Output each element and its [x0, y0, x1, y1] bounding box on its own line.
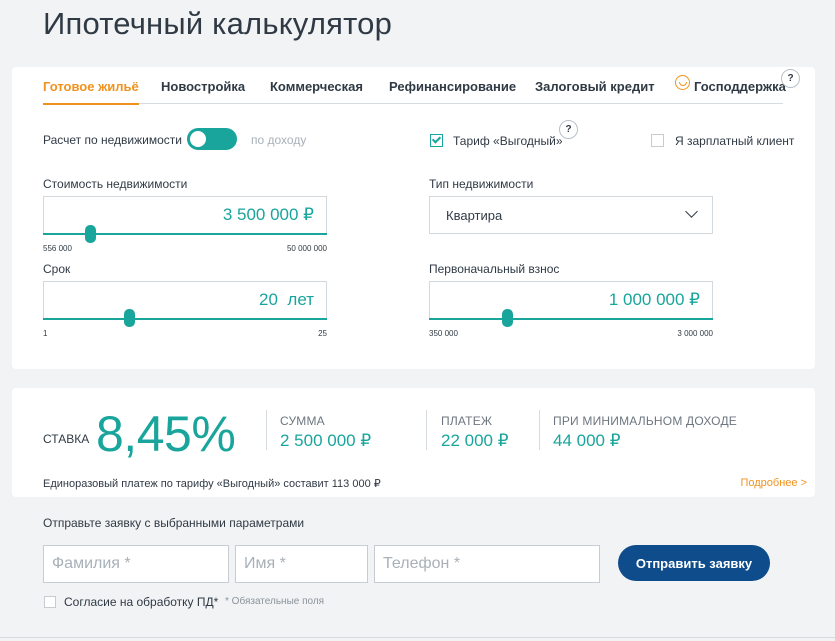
check-icon	[431, 134, 442, 144]
name-input[interactable]	[235, 545, 368, 583]
consent-label[interactable]: Согласие на обработку ПД*	[64, 595, 218, 609]
tab-secured-loan[interactable]: Залоговый кредит	[535, 79, 655, 94]
rate-value: 8,45%	[96, 406, 236, 462]
divider	[426, 410, 427, 450]
chevron-down-icon	[685, 205, 698, 218]
required-fields-note: * Обязательные поля	[225, 596, 325, 607]
term-max: 25	[318, 329, 327, 338]
divider	[539, 410, 540, 450]
tab-new-building[interactable]: Новостройка	[161, 79, 245, 94]
down-payment-slider-track[interactable]	[429, 318, 713, 320]
more-link[interactable]: Подробнее >	[740, 477, 807, 489]
min-income-value: 44 000 ₽	[553, 431, 621, 450]
calc-by-property-label: Расчет по недвижимости	[43, 133, 182, 147]
property-cost-max: 50 000 000	[286, 244, 327, 253]
property-cost-label: Стоимость недвижимости	[43, 177, 188, 191]
property-type-select[interactable]: Квартира	[429, 196, 713, 234]
tab-state-support-label: Господдержка	[694, 79, 786, 94]
down-payment-min: 350 000	[429, 329, 458, 338]
help-icon[interactable]: ?	[781, 69, 800, 88]
smile-icon	[675, 75, 690, 90]
tab-commercial[interactable]: Коммерческая	[270, 79, 363, 94]
sum-label: СУММА	[280, 414, 325, 428]
property-type-label: Тип недвижимости	[429, 177, 534, 191]
result-card: СТАВКА 8,45% СУММА 2 500 000 ₽ ПЛАТЕЖ 22…	[12, 388, 815, 497]
property-type-value: Квартира	[446, 208, 503, 223]
divider	[0, 637, 835, 638]
term-field[interactable]: 20 лет	[43, 281, 327, 318]
tab-refinancing[interactable]: Рефинансирование	[389, 79, 516, 94]
property-cost-slider-thumb[interactable]	[84, 225, 96, 243]
application-title: Отправьте заявку с выбранными параметрам…	[43, 516, 305, 530]
surname-input[interactable]	[43, 545, 229, 583]
consent-checkbox[interactable]	[44, 596, 56, 608]
sum-value: 2 500 000 ₽	[280, 431, 372, 450]
down-payment-max: 3 000 000	[677, 329, 713, 338]
down-payment-slider-thumb[interactable]	[501, 309, 513, 327]
min-income-label: ПРИ МИНИМАЛЬНОМ ДОХОДЕ	[553, 414, 737, 428]
term-slider-track[interactable]	[43, 318, 327, 320]
term-label: Срок	[43, 262, 71, 276]
calculator-card: Готовое жильё Новостройка Коммерческая Р…	[12, 67, 815, 369]
term-min: 1	[43, 329, 48, 338]
property-cost-value: 3 500 000 ₽	[222, 205, 314, 224]
tabs-bar: Готовое жильё Новостройка Коммерческая Р…	[43, 67, 786, 105]
down-payment-value: 1 000 000 ₽	[608, 290, 700, 309]
term-value: 20 лет	[259, 290, 314, 309]
tab-state-support[interactable]: Господдержка	[675, 75, 786, 94]
rate-label: СТАВКА	[43, 432, 90, 446]
page-title: Ипотечный калькулятор	[43, 6, 393, 41]
tab-ready-housing[interactable]: Готовое жильё	[43, 79, 139, 105]
down-payment-label: Первоначальный взнос	[429, 262, 560, 276]
term-slider-thumb[interactable]	[124, 309, 136, 327]
tariff-help-icon[interactable]: ?	[559, 120, 578, 139]
divider	[266, 410, 267, 450]
calc-mode-toggle[interactable]	[187, 128, 237, 150]
tariff-checkbox[interactable]	[430, 134, 443, 147]
submit-application-button[interactable]: Отправить заявку	[618, 545, 770, 581]
payment-label: ПЛАТЕЖ	[441, 414, 493, 428]
phone-input[interactable]	[374, 545, 600, 583]
calc-by-income-label[interactable]: по доходу	[251, 133, 306, 147]
payment-value: 22 000 ₽	[441, 431, 509, 450]
down-payment-field[interactable]: 1 000 000 ₽	[429, 281, 713, 318]
toggle-knob	[190, 131, 206, 147]
property-cost-min: 556 000	[43, 244, 72, 253]
salary-client-label: Я зарплатный клиент	[675, 134, 795, 148]
one-time-payment-note: Единоразовый платеж по тарифу «Выгодный»…	[43, 478, 381, 490]
salary-client-checkbox[interactable]	[651, 134, 664, 147]
tariff-label: Тариф «Выгодный»	[453, 134, 563, 148]
